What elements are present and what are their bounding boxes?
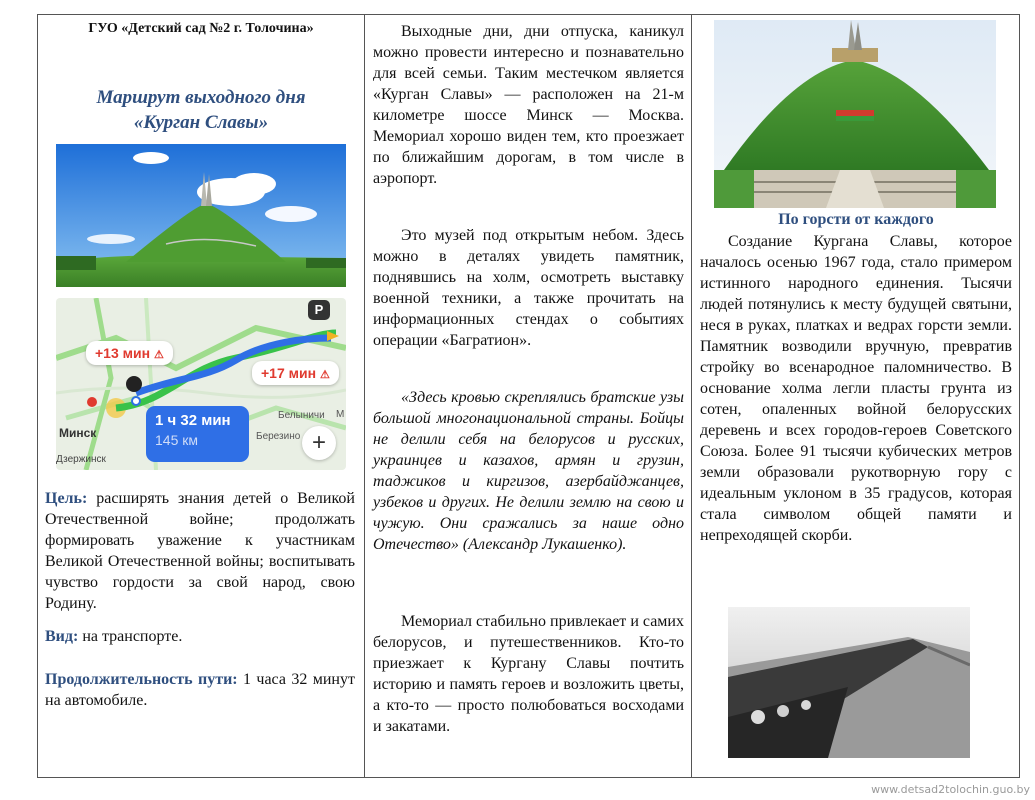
- goal-label: Цель:: [45, 490, 88, 507]
- route-summary-card[interactable]: 1 ч 32 мин 145 км: [146, 406, 249, 462]
- kind-label: Вид:: [45, 628, 79, 645]
- delay-badge-right: +17 мин ⚠: [252, 361, 339, 385]
- traffic-warning-icon: ⚠: [319, 369, 330, 381]
- map-label-minsk: Минск: [59, 426, 97, 440]
- delay-badge-left-text: +13 мин: [95, 345, 151, 361]
- map-label-edge: М: [336, 409, 345, 420]
- map-label-belynichi: Белыничи: [278, 410, 325, 421]
- delay-badge-left: +13 мин ⚠: [86, 341, 173, 365]
- historic-photo: [728, 607, 970, 758]
- history-paragraph: Создание Кургана Славы, которое началось…: [700, 233, 1012, 544]
- footer-website-url[interactable]: www.detsad2tolochin.guo.by: [871, 783, 1030, 796]
- memorial-photo-image: [714, 20, 996, 208]
- route-distance: 145 км: [155, 432, 198, 448]
- route-title-line-2: «Курган Славы»: [133, 112, 269, 133]
- museum-paragraph: Это музей под открытым небом. Здесь можн…: [373, 227, 684, 349]
- map-label-dzerzhinsk: Дзержинск: [56, 454, 106, 465]
- goal-paragraph: Цель: расширять знания детей о Великой О…: [45, 488, 355, 614]
- historic-photo-image: [728, 607, 970, 758]
- route-time: 1 ч 32 мин: [155, 412, 231, 429]
- traffic-warning-icon: ⚠: [153, 349, 164, 361]
- goal-text: расширять знания детей о Великой Отечест…: [45, 490, 355, 612]
- kind-text: на транспорте.: [78, 628, 183, 645]
- route-title: Маршрут выходного дня «Курган Славы»: [38, 85, 364, 135]
- mound-photo-image: [56, 144, 346, 287]
- zoom-in-button[interactable]: +: [302, 426, 336, 460]
- memorial-photo: [714, 20, 996, 208]
- column-2: Выходные дни, дни отпуска, каникул можно…: [364, 15, 691, 777]
- route-map[interactable]: +13 мин ⚠ +17 мин ⚠ P 1 ч 32 мин 145 км …: [56, 298, 346, 470]
- intro-paragraph: Выходные дни, дни отпуска, каникул можно…: [373, 23, 684, 187]
- route-title-line-1: Маршрут выходного дня: [96, 87, 306, 108]
- map-label-berezino: Березино: [256, 431, 301, 442]
- column-1: ГУО «Детский сад №2 г. Толочина» Маршрут…: [38, 15, 364, 777]
- kind-paragraph: Вид: на транспорте.: [45, 626, 355, 647]
- quote-paragraph: «Здесь кровью скреплялись братские узы б…: [373, 389, 684, 553]
- organization-name: ГУО «Детский сад №2 г. Толочина»: [88, 21, 314, 36]
- delay-badge-right-text: +17 мин: [261, 365, 317, 381]
- duration-paragraph: Продолжительность пути: 1 часа 32 минут …: [45, 669, 355, 711]
- section-subheading: По горсти от каждого: [778, 211, 934, 228]
- brochure-frame: ГУО «Детский сад №2 г. Толочина» Маршрут…: [37, 14, 1020, 778]
- mound-photo: [56, 144, 346, 287]
- duration-label: Продолжительность пути:: [45, 671, 238, 688]
- parking-icon[interactable]: P: [308, 300, 330, 320]
- visitors-paragraph: Мемориал стабильно привлекает и самих бе…: [373, 613, 684, 735]
- column-3: По горсти от каждого Создание Кургана Сл…: [691, 15, 1019, 777]
